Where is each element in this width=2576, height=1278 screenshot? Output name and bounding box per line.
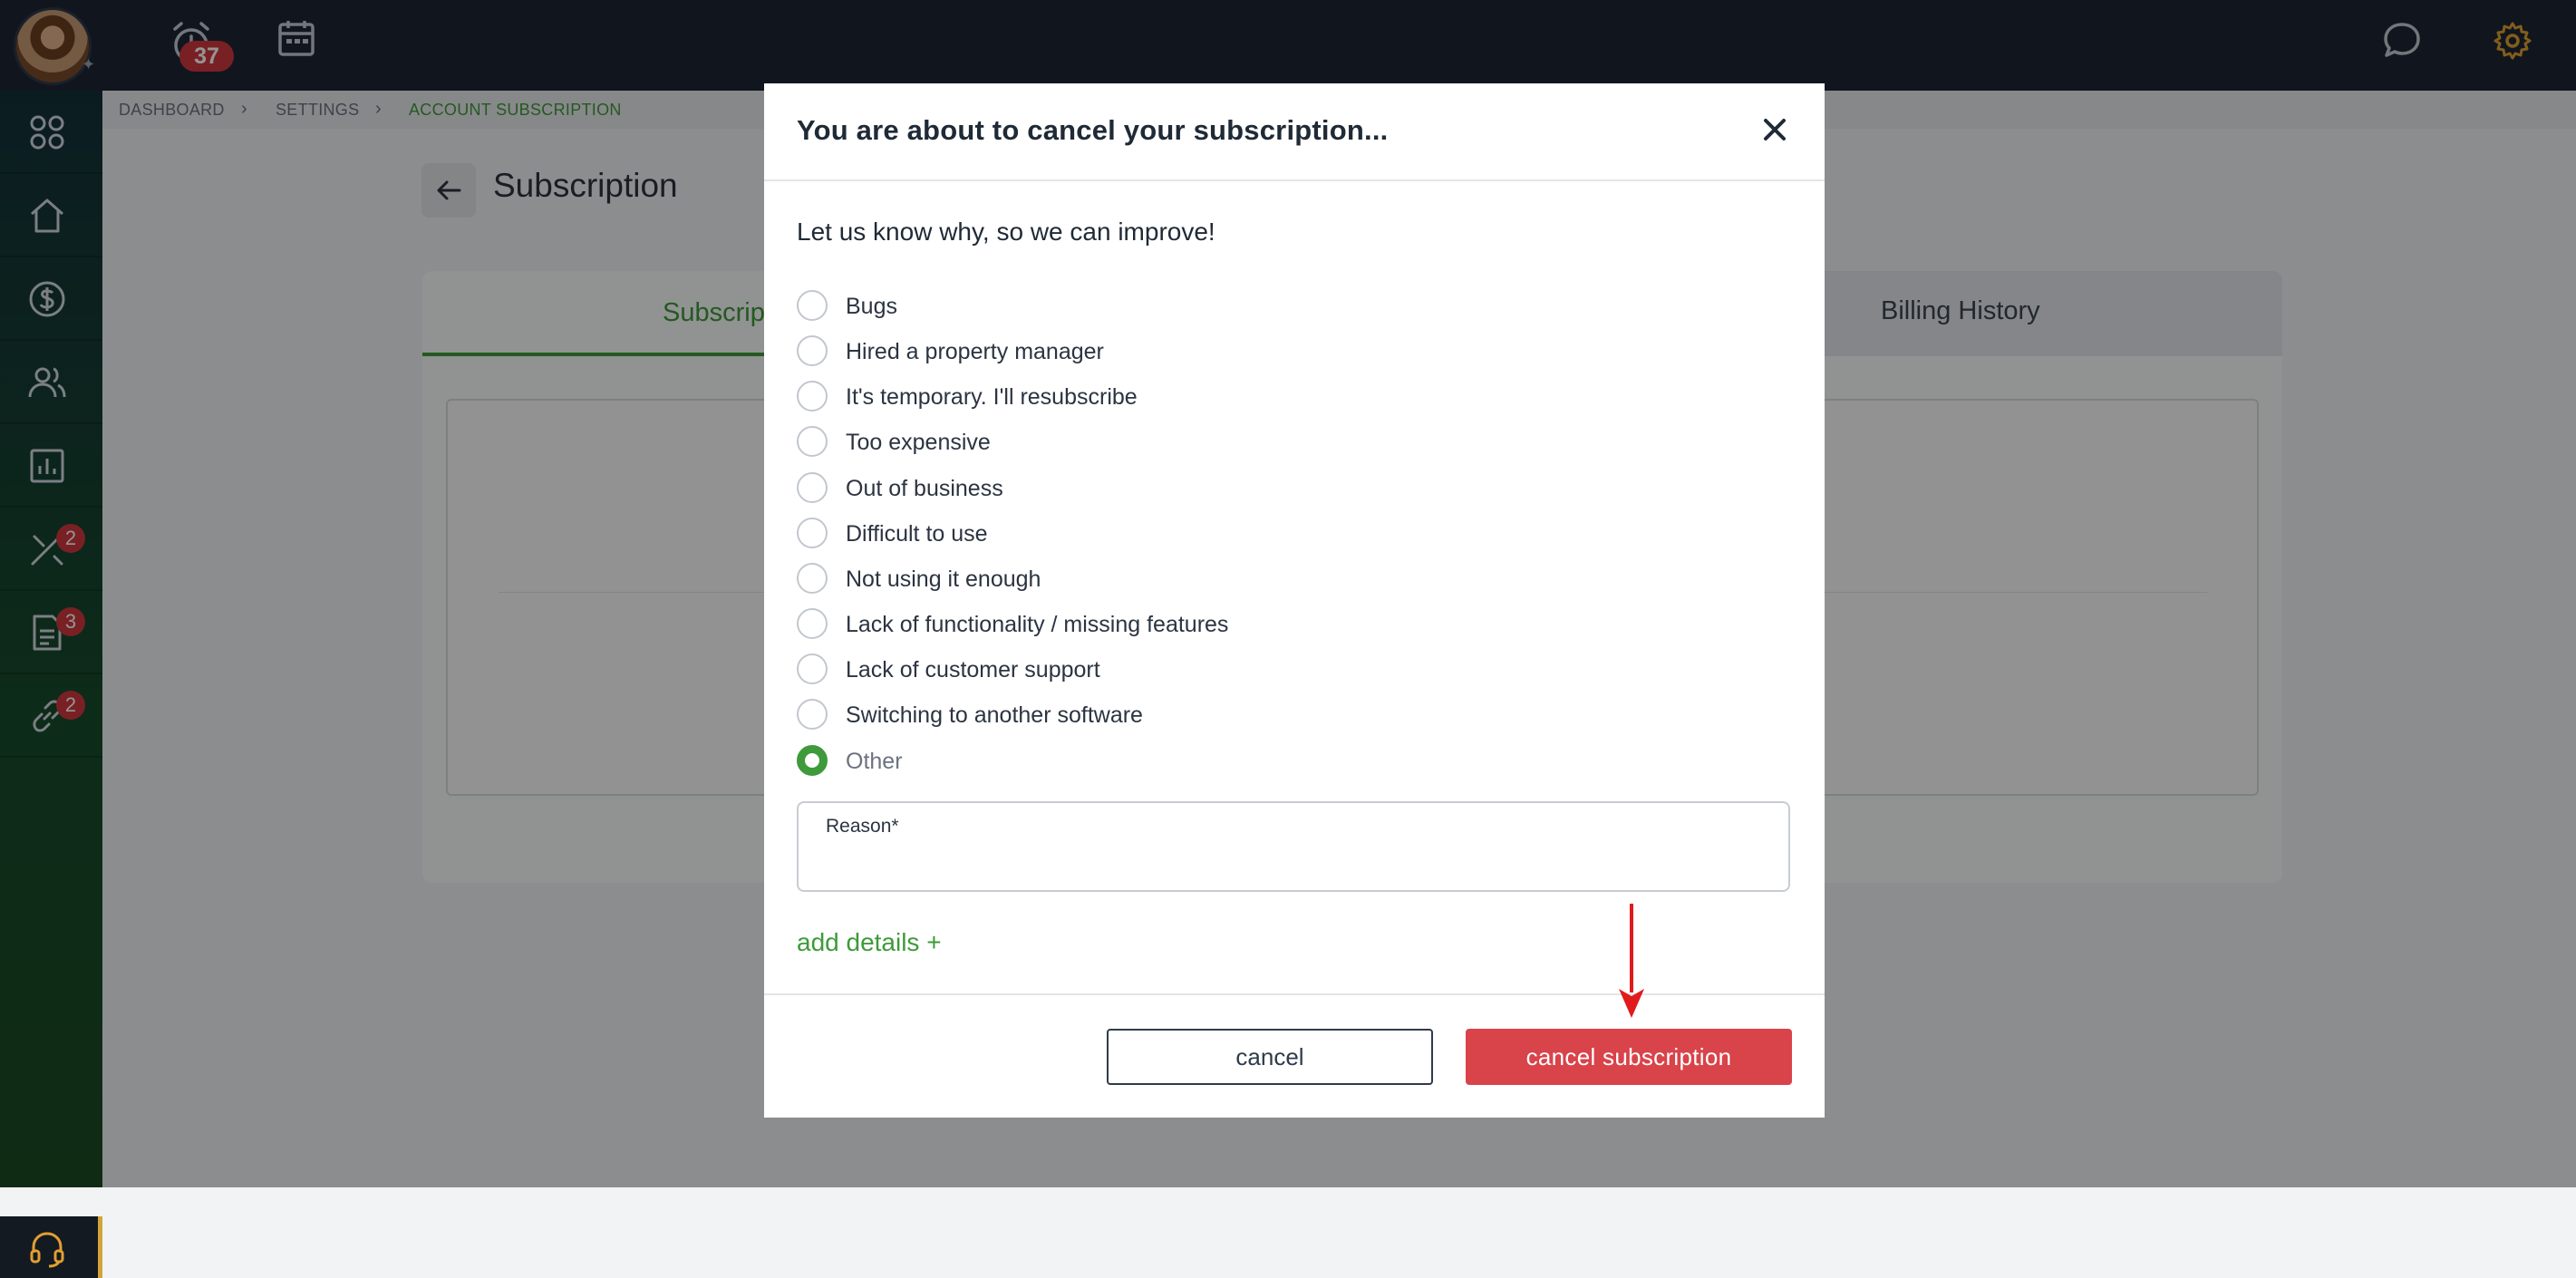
support-button[interactable] [0, 1216, 102, 1278]
dialog-title: You are about to cancel your subscriptio… [797, 114, 1389, 146]
reason-option-label: Switching to another software [846, 702, 1143, 728]
reason-option-label: It's temporary. I'll resubscribe [846, 384, 1138, 410]
reason-option-difficult[interactable]: Difficult to use [797, 516, 1431, 552]
reason-option-label: Too expensive [846, 430, 991, 455]
radio-button[interactable] [797, 699, 828, 730]
reason-option-too-expensive[interactable]: Too expensive [797, 424, 1431, 460]
cancel-subscription-dialog: You are about to cancel your subscriptio… [764, 83, 1825, 1118]
radio-button[interactable] [797, 563, 828, 594]
reason-option-label: Bugs [846, 294, 897, 319]
dialog-footer-divider [764, 993, 1825, 995]
radio-button[interactable] [797, 654, 828, 684]
red-arrow-annotation [1619, 904, 1644, 1018]
radio-button-selected[interactable] [797, 745, 828, 776]
reason-option-support[interactable]: Lack of customer support [797, 652, 1431, 688]
reason-option-label: Difficult to use [846, 521, 988, 547]
reason-option-label: Lack of functionality / missing features [846, 612, 1229, 637]
reason-option-label: Lack of customer support [846, 657, 1100, 683]
radio-button[interactable] [797, 518, 828, 548]
dialog-header: You are about to cancel your subscriptio… [764, 83, 1825, 181]
close-icon[interactable] [1761, 116, 1788, 143]
reason-option-label: Not using it enough [846, 566, 1041, 592]
reason-option-label: Hired a property manager [846, 339, 1104, 364]
radio-button[interactable] [797, 426, 828, 457]
add-details-link[interactable]: add details + [797, 928, 942, 957]
reason-input[interactable]: Reason* [797, 801, 1790, 892]
reason-option-other[interactable]: Other [797, 743, 1431, 779]
reason-option-switching[interactable]: Switching to another software [797, 697, 1431, 733]
reason-option-out-of-business[interactable]: Out of business [797, 470, 1431, 507]
dialog-subtitle: Let us know why, so we can improve! [797, 218, 1215, 246]
radio-button[interactable] [797, 381, 828, 411]
radio-button[interactable] [797, 472, 828, 503]
reason-option-missing-features[interactable]: Lack of functionality / missing features [797, 606, 1431, 643]
headset-icon [30, 1232, 64, 1268]
reason-option-label: Other [846, 749, 903, 774]
radio-button[interactable] [797, 290, 828, 321]
cancel-subscription-button[interactable]: cancel subscription [1466, 1029, 1792, 1085]
cancel-button[interactable]: cancel [1107, 1029, 1433, 1085]
radio-button[interactable] [797, 335, 828, 366]
reason-option-not-using[interactable]: Not using it enough [797, 561, 1431, 597]
reason-option-temporary[interactable]: It's temporary. I'll resubscribe [797, 379, 1431, 415]
reason-input-label: Reason* [826, 816, 899, 837]
reason-option-label: Out of business [846, 476, 1003, 501]
reason-option-bugs[interactable]: Bugs [797, 288, 1431, 324]
reason-option-property-manager[interactable]: Hired a property manager [797, 334, 1431, 370]
radio-button[interactable] [797, 608, 828, 639]
